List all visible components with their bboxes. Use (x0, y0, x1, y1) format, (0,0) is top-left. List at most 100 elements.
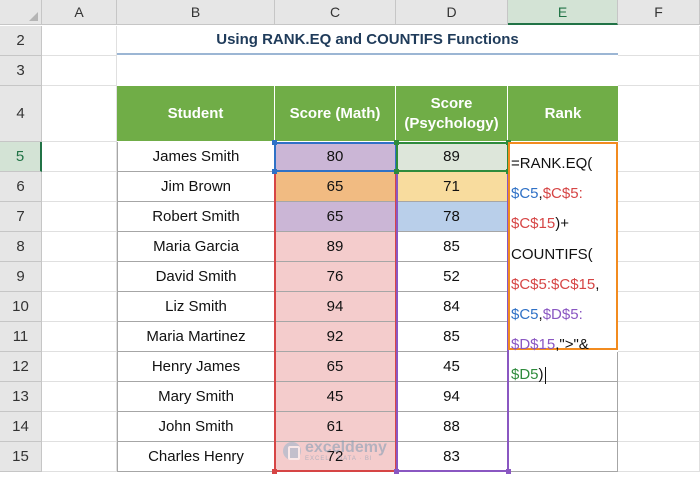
student-cell[interactable]: Robert Smith (117, 202, 275, 232)
student-cell[interactable]: Henry James (117, 352, 275, 382)
row-header-8[interactable]: 8 (0, 232, 42, 262)
student-cell[interactable]: Liz Smith (117, 292, 275, 322)
header-student[interactable]: Student (117, 86, 275, 141)
empty-cell[interactable] (42, 352, 117, 382)
rank-cell[interactable] (508, 412, 618, 442)
exceldemy-logo-icon (283, 442, 301, 460)
column-header-f[interactable]: F (618, 0, 700, 25)
watermark-text-group: exceldemy EXCEL · DATA · BI (305, 440, 387, 463)
score-psychology-cell[interactable]: 85 (396, 322, 508, 352)
header-score-psychology[interactable]: Score (Psychology) (396, 86, 508, 141)
column-header-e[interactable]: E (508, 0, 618, 25)
row-header-7[interactable]: 7 (0, 202, 42, 232)
range-handle[interactable] (272, 469, 277, 474)
range-handle[interactable] (506, 469, 511, 474)
column-header-c[interactable]: C (275, 0, 396, 25)
empty-cell[interactable] (42, 26, 117, 56)
row-header-5[interactable]: 5 (0, 142, 42, 172)
empty-cell[interactable] (618, 202, 700, 232)
row-header-12[interactable]: 12 (0, 352, 42, 382)
row-header-10[interactable]: 10 (0, 292, 42, 322)
range-handle[interactable] (394, 469, 399, 474)
formula-token: $D$15 (511, 336, 556, 354)
empty-cell[interactable] (42, 442, 117, 472)
score-math-cell[interactable]: 65 (275, 352, 396, 382)
empty-cell[interactable] (618, 442, 700, 472)
score-math-cell[interactable]: 94 (275, 292, 396, 322)
student-cell[interactable]: Maria Garcia (117, 232, 275, 262)
score-math-cell[interactable]: 45 (275, 382, 396, 412)
empty-cell[interactable] (618, 86, 700, 142)
empty-cell[interactable] (42, 412, 117, 442)
student-cell[interactable]: David Smith (117, 262, 275, 292)
row-header-9[interactable]: 9 (0, 262, 42, 292)
empty-cell[interactable] (42, 56, 117, 86)
score-math-cell[interactable]: 89 (275, 232, 396, 262)
row-header-15[interactable]: 15 (0, 442, 42, 472)
score-math-cell[interactable]: 80 (275, 142, 396, 172)
student-cell[interactable]: Maria Martinez (117, 322, 275, 352)
formula-editor-cell[interactable]: =RANK.EQ($C5,$C$5: $C$15)+ COUNTIFS($C$5:$… (508, 142, 618, 384)
score-psychology-cell[interactable]: 89 (396, 142, 508, 172)
watermark-tagline: EXCEL · DATA · BI (305, 456, 373, 462)
student-cell[interactable]: James Smith (117, 142, 275, 172)
empty-cell[interactable] (42, 172, 117, 202)
student-cell[interactable]: Jim Brown (117, 172, 275, 202)
formula-line: =RANK.EQ( (511, 149, 616, 179)
row-header-3[interactable]: 3 (0, 56, 42, 86)
spreadsheet-grid[interactable]: Using RANK.EQ and COUNTIFS Functions Stu… (0, 0, 700, 481)
empty-cell[interactable] (618, 142, 700, 172)
empty-cell[interactable] (618, 382, 700, 412)
empty-cell[interactable] (618, 172, 700, 202)
empty-cell[interactable] (618, 232, 700, 262)
empty-cell[interactable] (42, 202, 117, 232)
select-all-corner[interactable] (0, 0, 42, 25)
row-header-14[interactable]: 14 (0, 412, 42, 442)
empty-cell[interactable] (42, 232, 117, 262)
empty-cell[interactable] (618, 262, 700, 292)
empty-cell[interactable] (42, 322, 117, 352)
column-header-d[interactable]: D (396, 0, 508, 25)
empty-cell[interactable] (42, 142, 117, 172)
score-psychology-cell[interactable]: 71 (396, 172, 508, 202)
score-math-cell[interactable]: 65 (275, 172, 396, 202)
score-psychology-cell[interactable]: 85 (396, 232, 508, 262)
range-handle[interactable] (272, 140, 277, 145)
row-header-2[interactable]: 2 (0, 26, 42, 56)
row-header-13[interactable]: 13 (0, 382, 42, 412)
header-score-psychology-line1: Score (430, 95, 473, 112)
empty-cell[interactable] (42, 382, 117, 412)
row-header-11[interactable]: 11 (0, 322, 42, 352)
score-psychology-cell[interactable]: 84 (396, 292, 508, 322)
empty-cell[interactable] (618, 56, 700, 86)
header-rank[interactable]: Rank (508, 86, 618, 141)
range-handle[interactable] (394, 140, 399, 145)
empty-cell[interactable] (618, 26, 700, 56)
range-handle[interactable] (272, 169, 277, 174)
student-cell[interactable]: Mary Smith (117, 382, 275, 412)
student-cell[interactable]: John Smith (117, 412, 275, 442)
empty-cell[interactable] (42, 262, 117, 292)
empty-cell[interactable] (618, 322, 700, 352)
empty-cell[interactable] (618, 352, 700, 382)
score-psychology-cell[interactable]: 45 (396, 352, 508, 382)
empty-cell[interactable] (42, 292, 117, 322)
empty-cell[interactable] (42, 86, 117, 142)
range-handle[interactable] (394, 169, 399, 174)
rank-cell[interactable] (508, 442, 618, 472)
score-psychology-cell[interactable]: 78 (396, 202, 508, 232)
student-cell[interactable]: Charles Henry (117, 442, 275, 472)
formula-token: ) (538, 366, 544, 384)
column-header-b[interactable]: B (117, 0, 275, 25)
empty-cell[interactable] (618, 412, 700, 442)
header-score-math[interactable]: Score (Math) (275, 86, 396, 141)
column-header-a[interactable]: A (42, 0, 117, 25)
score-math-cell[interactable]: 92 (275, 322, 396, 352)
row-header-6[interactable]: 6 (0, 172, 42, 202)
empty-cell[interactable] (618, 292, 700, 322)
row-header-4[interactable]: 4 (0, 86, 42, 142)
score-math-cell[interactable]: 76 (275, 262, 396, 292)
score-psychology-cell[interactable]: 52 (396, 262, 508, 292)
score-math-cell[interactable]: 65 (275, 202, 396, 232)
score-psychology-cell[interactable]: 94 (396, 382, 508, 412)
